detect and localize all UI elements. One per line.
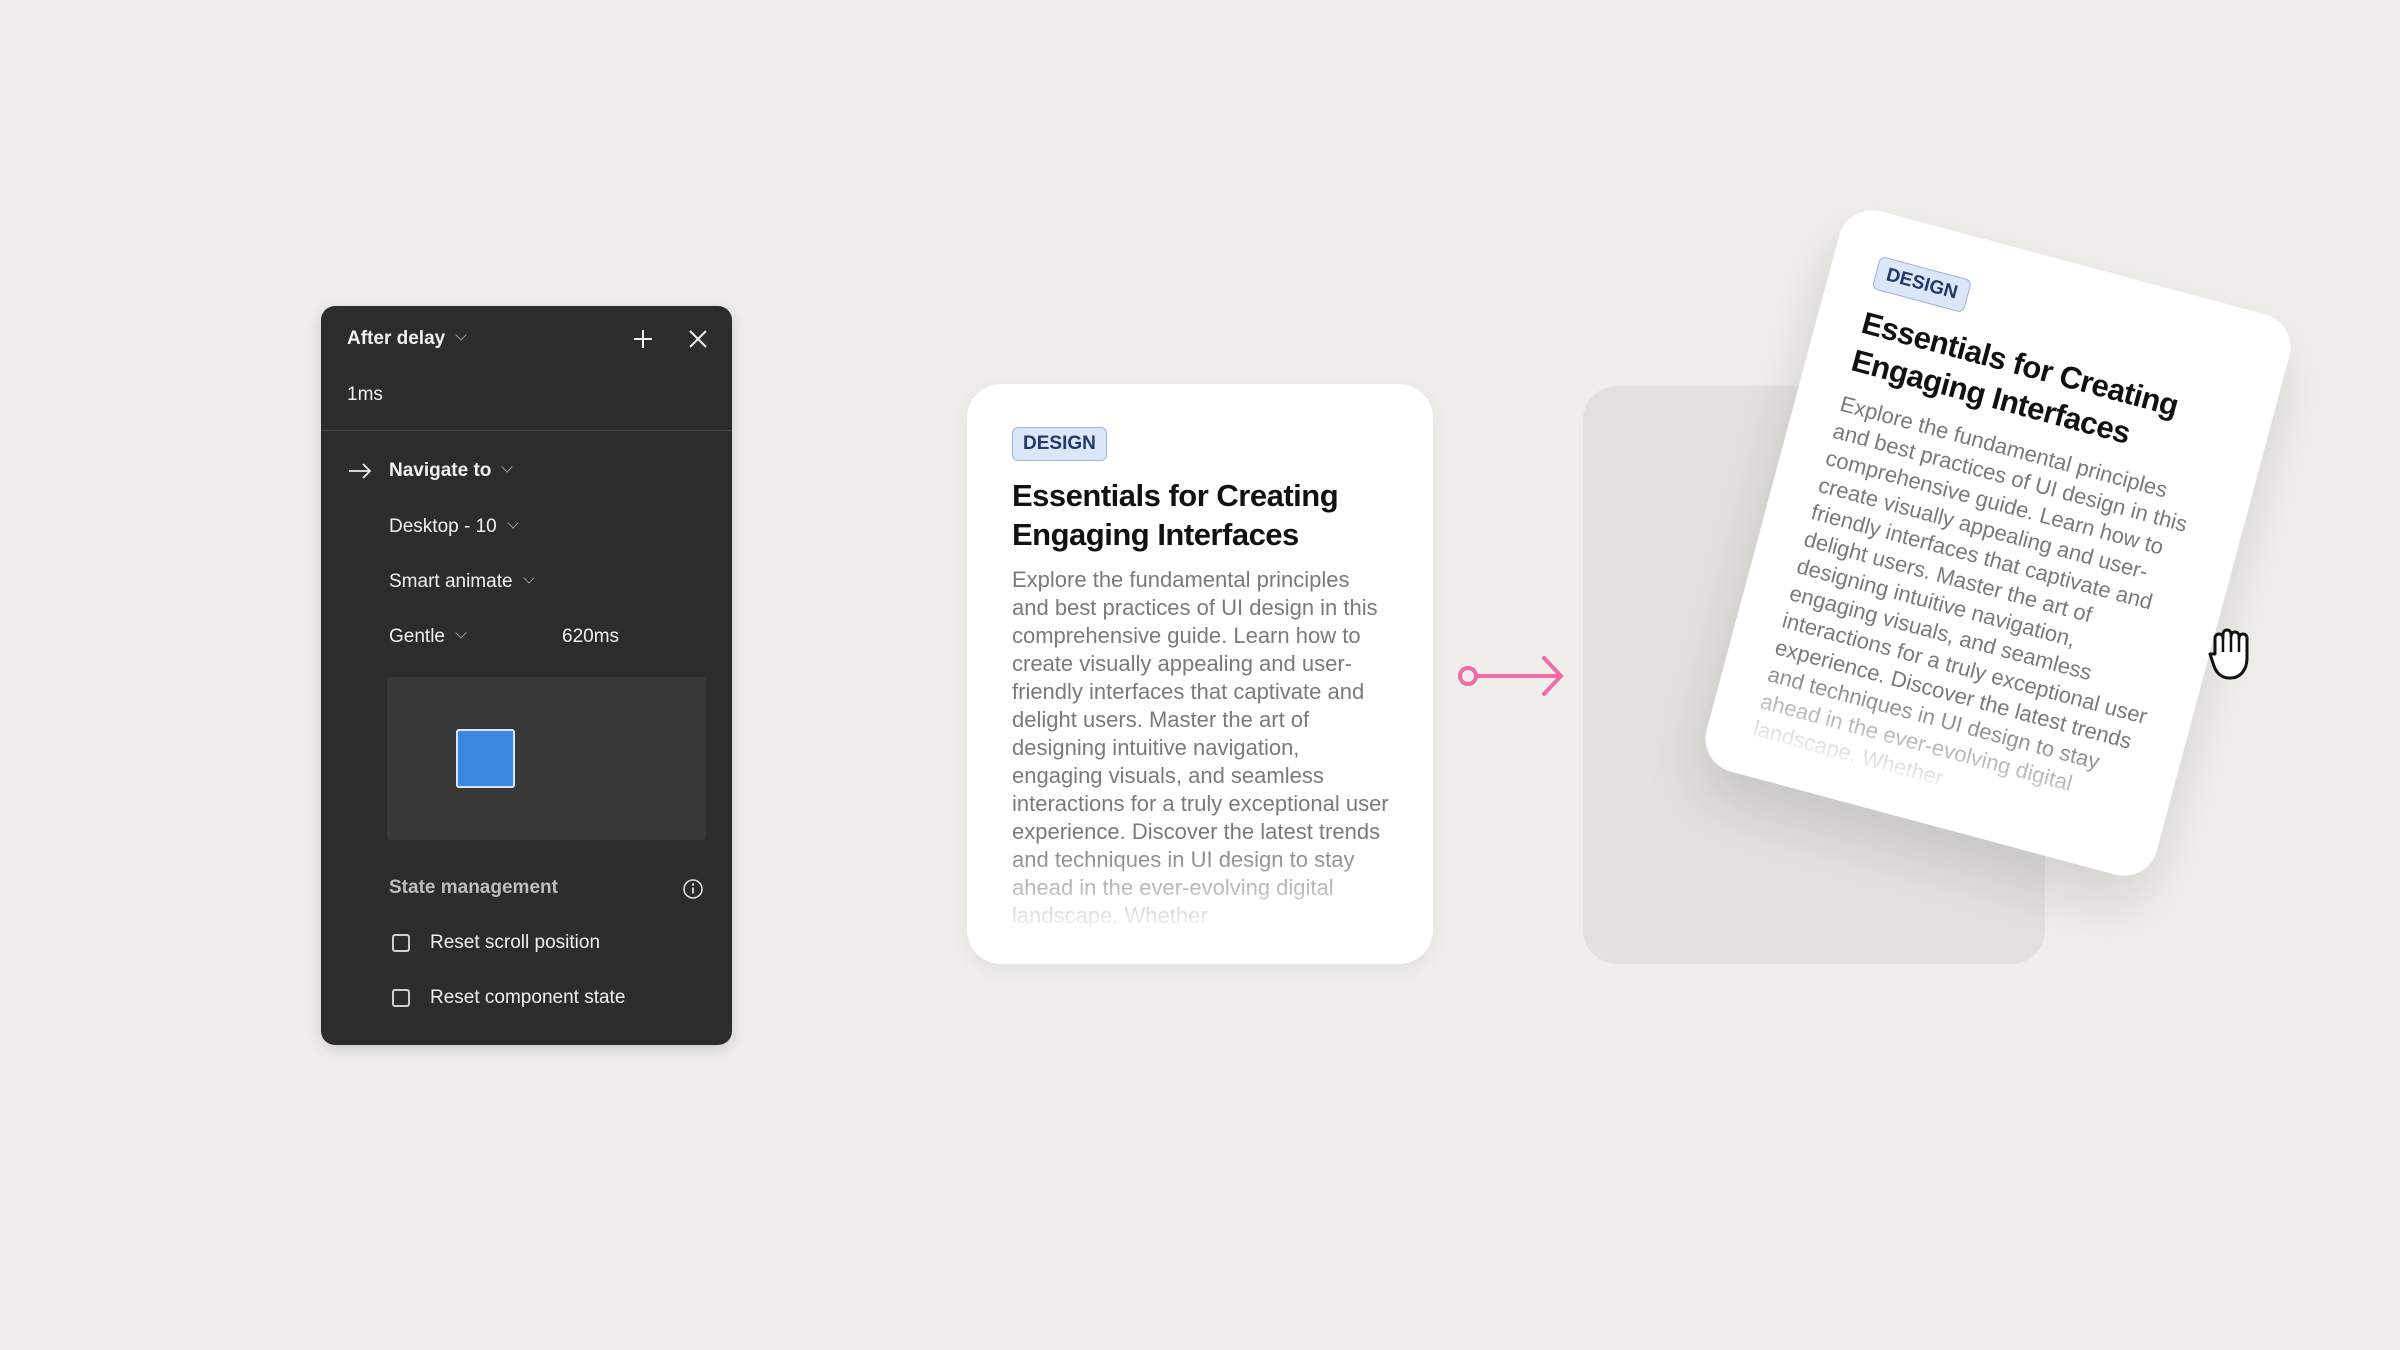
reset-scroll-checkbox[interactable]: [392, 934, 410, 952]
category-badge: DESIGN: [1012, 427, 1107, 461]
hand-grab-icon: [2208, 628, 2249, 680]
destination-dropdown[interactable]: Desktop - 10: [389, 516, 519, 538]
reset-component-label: Reset component state: [430, 987, 626, 1008]
card-body: Explore the fundamental principles and b…: [1750, 390, 2191, 796]
chevron-down-icon: [501, 461, 514, 473]
article-card[interactable]: DESIGN Essentials for Creating Engaging …: [967, 384, 1433, 964]
chevron-down-icon: [507, 517, 519, 529]
card-body: Explore the fundamental principles and b…: [1012, 567, 1389, 928]
action-label: Navigate to: [389, 460, 492, 481]
dragged-article-card[interactable]: DESIGN Essentials for Creating Engaging …: [1697, 202, 2299, 884]
interaction-panel: After delay 1ms Navigate to Desktop - 10…: [321, 306, 732, 1045]
reset-component-checkbox[interactable]: [392, 989, 410, 1007]
transition-arrow-icon: [1458, 656, 1564, 696]
info-icon[interactable]: [682, 878, 704, 900]
duration-input[interactable]: 620ms: [562, 626, 619, 648]
reset-scroll-label: Reset scroll position: [430, 932, 601, 953]
category-badge: DESIGN: [1871, 255, 1972, 314]
card-title: Essentials for Creating Engaging Interfa…: [1012, 478, 1339, 552]
arrow-right-icon: [349, 463, 372, 479]
animation-preview: [387, 677, 706, 840]
easing-label: Gentle: [389, 626, 445, 647]
action-dropdown[interactable]: Navigate to: [389, 460, 514, 482]
trigger-label: After delay: [347, 328, 446, 349]
plus-icon[interactable]: [633, 329, 653, 349]
animation-label: Smart animate: [389, 571, 513, 592]
delay-input[interactable]: 1ms: [347, 384, 383, 406]
easing-dropdown[interactable]: Gentle: [389, 626, 467, 648]
state-heading: State management: [389, 877, 558, 898]
trigger-dropdown[interactable]: After delay: [347, 328, 467, 350]
chevron-down-icon: [455, 627, 467, 639]
chevron-down-icon: [455, 329, 467, 341]
close-icon[interactable]: [688, 329, 708, 349]
destination-label: Desktop - 10: [389, 516, 497, 537]
preview-square: [456, 729, 515, 788]
divider: [321, 430, 732, 431]
chevron-down-icon: [522, 572, 535, 584]
animation-dropdown[interactable]: Smart animate: [389, 571, 535, 593]
